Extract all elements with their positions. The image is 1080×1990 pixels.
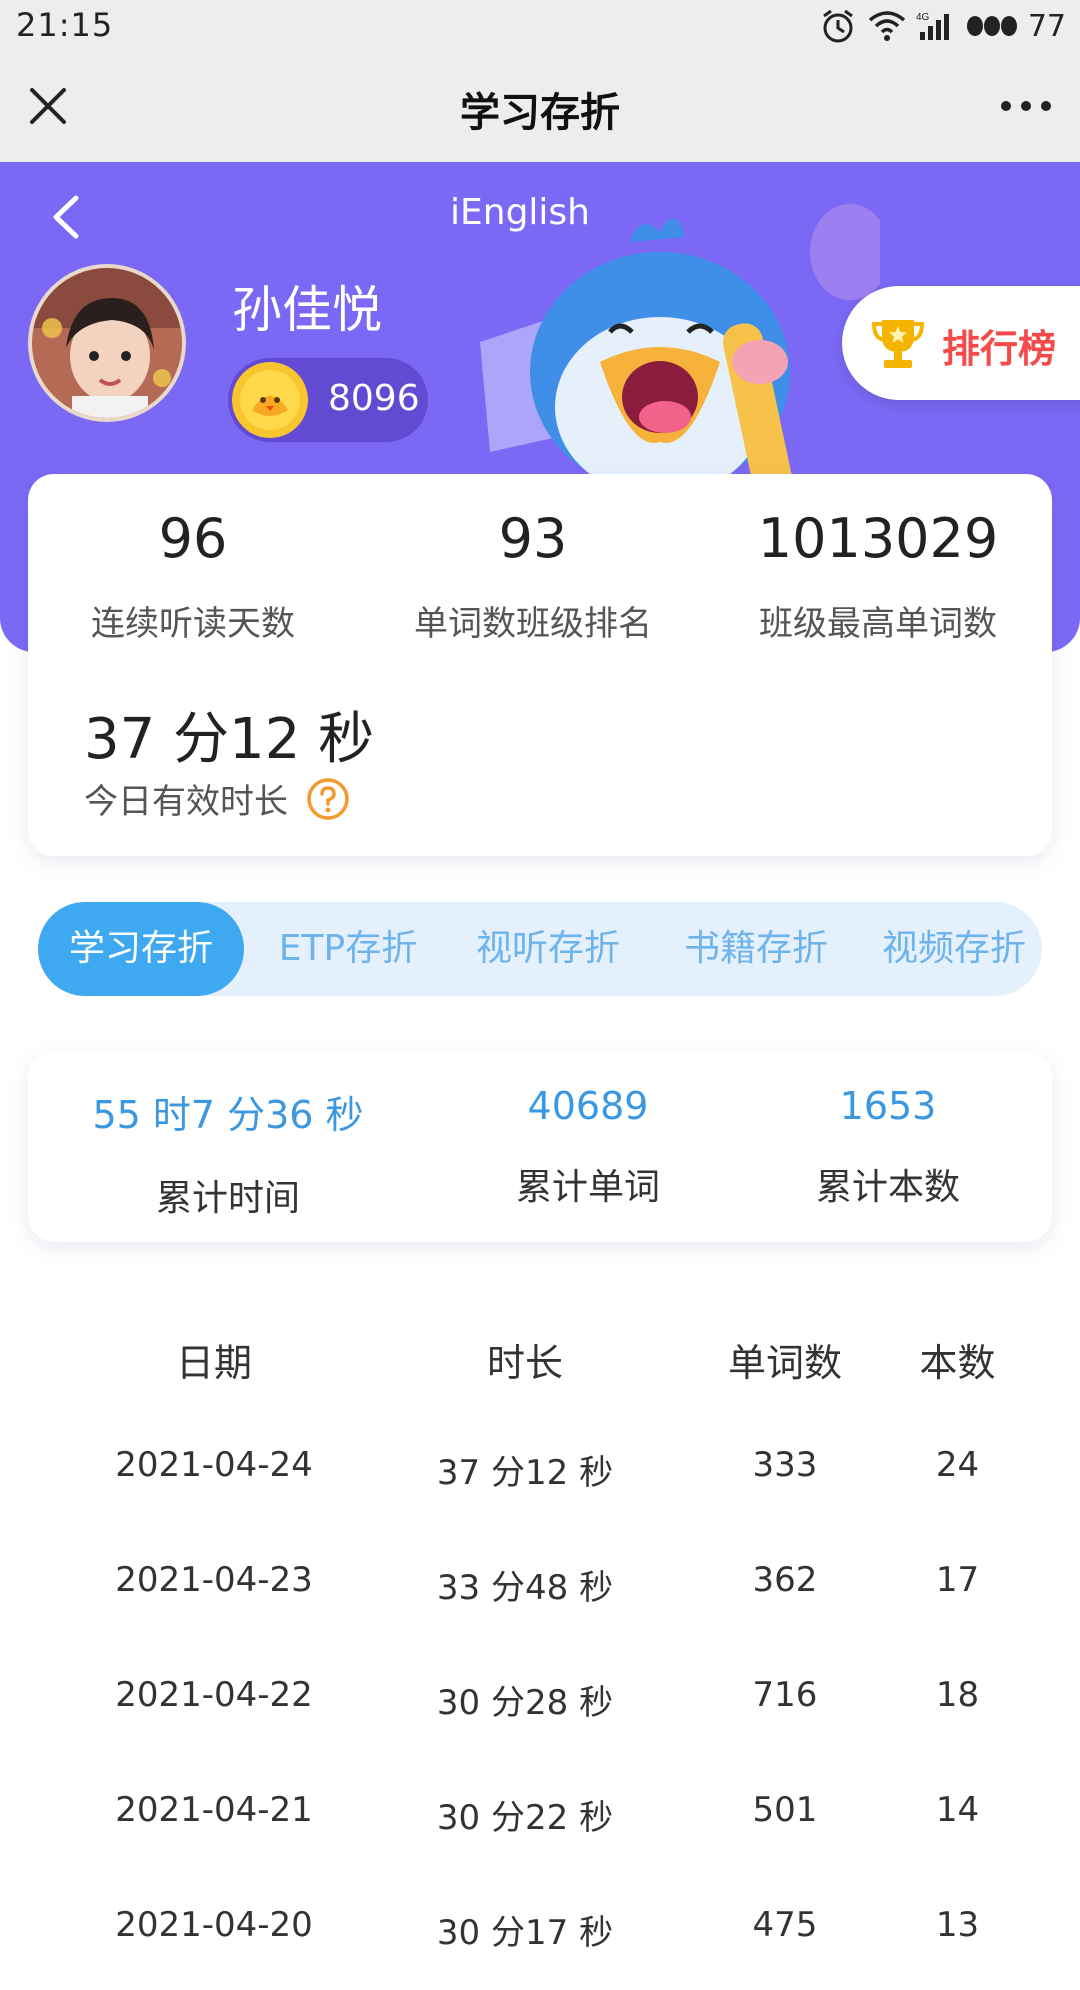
column-header-words: 单词数 <box>727 1341 842 1385</box>
totals-card: 55 时7 分36 秒 累计时间 40689 累计单词 1653 累计本数 <box>28 1052 1052 1242</box>
total-value: 55 时7 分36 秒 <box>92 1093 364 1137</box>
stat-value: 93 <box>498 507 568 570</box>
daily-records-table: 日期 时长 单词数 本数 2021-04-24 37 分12 秒 333 24 … <box>0 1300 1080 1990</box>
nav-bar: 学习存折 <box>0 52 1080 162</box>
cell-books: 18 <box>935 1675 980 1715</box>
cell-words: 475 <box>752 1905 818 1945</box>
cell-duration: 33 分48 秒 <box>436 1568 614 1608</box>
cell-duration: 30 分17 秒 <box>436 1913 614 1953</box>
status-bar: 21:15 4G 77 <box>0 0 1080 52</box>
total-value: 40689 <box>527 1084 649 1128</box>
cell-books: 14 <box>935 1790 980 1830</box>
cell-words: 716 <box>752 1675 818 1715</box>
alarm-icon <box>822 9 853 43</box>
stat-label: 班级最高单词数 <box>759 604 997 644</box>
chick-coin-icon <box>232 362 308 438</box>
table-header: 日期 时长 单词数 本数 <box>0 1300 1080 1415</box>
total-label: 累计本数 <box>815 1167 960 1208</box>
passbook-tabs: 学习存折 ETP存折 视听存折 书籍存折 视频存折 <box>38 902 1042 996</box>
cell-words: 501 <box>752 1790 818 1830</box>
tab-video-passbook[interactable]: 视频存折 <box>862 902 1046 996</box>
table-row: 2021-04-21 30 分22 秒 501 14 <box>0 1760 1080 1875</box>
trophy-icon <box>872 320 924 368</box>
today-duration-value: 37 分12 秒 <box>84 707 375 772</box>
svg-text:4G: 4G <box>916 12 930 23</box>
total-time: 55 时7 分36 秒 累计时间 <box>68 1084 388 1221</box>
tab-etp-passbook[interactable]: ETP存折 <box>248 902 448 996</box>
coin-balance: 8096 <box>228 358 428 442</box>
stat-value: 1013029 <box>757 507 999 570</box>
cell-books: 24 <box>935 1445 980 1485</box>
dots-indicator-icon <box>966 16 1017 36</box>
today-duration: 今日有效时长 <box>84 774 350 823</box>
cell-date: 2021-04-22 <box>115 1675 313 1715</box>
tab-study-passbook[interactable]: 学习存折 <box>38 902 244 996</box>
cell-date: 2021-04-24 <box>115 1445 313 1485</box>
column-header-date: 日期 <box>175 1341 252 1385</box>
stats-card: 96 连续听读天数 93 单词数班级排名 1013029 班级最高单词数 37 … <box>28 474 1052 856</box>
tab-audiovisual-passbook[interactable]: 视听存折 <box>448 902 648 996</box>
signal-icon: 4G <box>916 12 949 40</box>
cell-date: 2021-04-20 <box>115 1905 313 1945</box>
avatar[interactable] <box>28 264 186 422</box>
column-header-books: 本数 <box>919 1341 996 1385</box>
wifi-icon <box>868 11 905 41</box>
total-label: 累计单词 <box>515 1167 660 1208</box>
tab-books-passbook[interactable]: 书籍存折 <box>656 902 856 996</box>
table-row: 2021-04-23 33 分48 秒 362 17 <box>0 1530 1080 1645</box>
battery-level: 77 <box>1027 8 1066 44</box>
cell-date: 2021-04-23 <box>115 1560 313 1600</box>
more-icon[interactable] <box>996 88 1056 124</box>
avatar-photo <box>32 268 182 418</box>
status-time: 21:15 <box>16 6 114 44</box>
leaderboard-button[interactable]: 排行榜 <box>842 286 1080 400</box>
page-title: 学习存折 <box>460 90 620 136</box>
stat-label: 单词数班级排名 <box>414 604 652 644</box>
today-duration-label: 今日有效时长 <box>84 782 288 822</box>
stat-streak-days: 96 连续听读天数 <box>68 512 318 645</box>
total-value: 1653 <box>839 1084 937 1128</box>
cell-books: 17 <box>935 1560 980 1600</box>
coin-value: 8096 <box>328 378 420 419</box>
table-row: 2021-04-22 30 分28 秒 716 18 <box>0 1645 1080 1760</box>
stat-value: 96 <box>158 507 228 570</box>
cell-duration: 37 分12 秒 <box>436 1453 614 1493</box>
column-header-duration: 时长 <box>486 1341 563 1385</box>
user-name: 孙佳悦 <box>232 281 382 339</box>
total-words: 40689 累计单词 <box>468 1084 708 1210</box>
cell-duration: 30 分28 秒 <box>436 1683 614 1723</box>
cell-books: 13 <box>935 1905 980 1945</box>
status-icons: 4G 77 <box>818 6 1066 46</box>
cell-words: 333 <box>752 1445 818 1485</box>
total-label: 累计时间 <box>155 1178 300 1219</box>
cell-duration: 30 分22 秒 <box>436 1798 614 1838</box>
stat-class-rank: 93 单词数班级排名 <box>388 512 678 645</box>
stat-label: 连续听读天数 <box>91 604 295 644</box>
leaderboard-label: 排行榜 <box>942 327 1057 371</box>
cell-words: 362 <box>752 1560 818 1600</box>
total-books: 1653 累计本数 <box>768 1084 1008 1210</box>
help-icon[interactable] <box>306 777 350 821</box>
table-row: 2021-04-24 37 分12 秒 333 24 <box>0 1415 1080 1530</box>
stat-class-max-words: 1013029 班级最高单词数 <box>728 512 1028 645</box>
table-row: 2021-04-20 30 分17 秒 475 13 <box>0 1875 1080 1990</box>
cell-date: 2021-04-21 <box>115 1790 313 1830</box>
